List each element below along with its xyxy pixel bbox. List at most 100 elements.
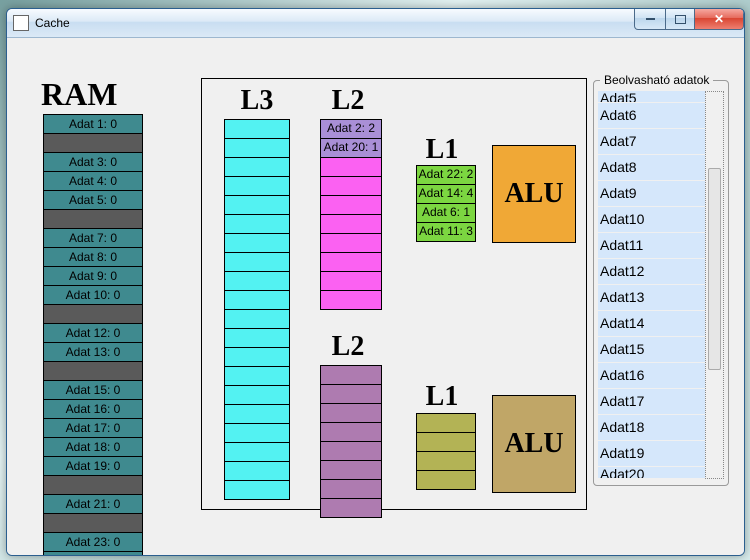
cache-slot [416, 471, 476, 490]
titlebar[interactable]: Cache [7, 9, 744, 38]
l1-top-label: L1 [422, 134, 462, 166]
ram-cell: Adat 17: 0 [43, 419, 143, 438]
list-item[interactable]: Adat14 [598, 311, 705, 337]
close-button[interactable] [694, 9, 744, 30]
cache-slot [320, 480, 382, 499]
list-item[interactable]: Adat11 [598, 233, 705, 259]
readable-data-panel: Beolvasható adatok Adat5Adat6Adat7Adat8A… [593, 80, 729, 486]
cache-slot [224, 310, 290, 329]
minimize-button[interactable] [634, 9, 666, 30]
ram-cell: Adat 10: 0 [43, 286, 143, 305]
list-item[interactable]: Adat16 [598, 363, 705, 389]
cache-slot [224, 481, 290, 500]
l3-stack [224, 119, 290, 500]
cache-slot-empty [320, 253, 382, 272]
ram-cell: Adat 15: 0 [43, 381, 143, 400]
list-item[interactable]: Adat9 [598, 181, 705, 207]
ram-cell-empty [43, 134, 143, 153]
maximize-button[interactable] [665, 9, 695, 30]
list-item[interactable]: Adat12 [598, 259, 705, 285]
cache-slot-filled: Adat 14: 4 [416, 185, 476, 204]
readable-data-list[interactable]: Adat5Adat6Adat7Adat8Adat9Adat10Adat11Ada… [598, 91, 705, 479]
cache-slot [320, 499, 382, 518]
cache-slot-empty [320, 272, 382, 291]
cache-slot [320, 442, 382, 461]
cache-slot [224, 158, 290, 177]
cache-slot [320, 461, 382, 480]
l2-bottom-label: L2 [320, 331, 376, 363]
list-item[interactable]: Adat10 [598, 207, 705, 233]
cache-slot-empty [320, 196, 382, 215]
list-item[interactable]: Adat7 [598, 129, 705, 155]
cache-slot [224, 119, 290, 139]
cache-slot [416, 452, 476, 471]
ram-cell: Adat 13: 0 [43, 343, 143, 362]
l3-label: L3 [224, 85, 290, 117]
alu-top: ALU [492, 145, 576, 243]
cache-slot [320, 385, 382, 404]
cache-slot-filled: Adat 22: 2 [416, 165, 476, 185]
ram-cell: Adat 21: 0 [43, 495, 143, 514]
ram-cell: Adat 12: 0 [43, 324, 143, 343]
ram-title: RAM [41, 76, 117, 113]
ram-cell: Adat 1: 0 [43, 114, 143, 134]
cache-slot [224, 386, 290, 405]
cache-slot-empty [320, 158, 382, 177]
l1-bottom-stack [416, 413, 476, 490]
l2-top-stack: Adat 2: 2Adat 20: 1 [320, 119, 382, 310]
list-item[interactable]: Adat20 [598, 467, 705, 479]
list-item[interactable]: Adat6 [598, 103, 705, 129]
cache-slot-empty [320, 177, 382, 196]
list-item[interactable]: Adat18 [598, 415, 705, 441]
readable-data-title: Beolvasható adatok [600, 73, 713, 87]
ram-cell: Adat 18: 0 [43, 438, 143, 457]
ram-cell: Adat 8: 0 [43, 248, 143, 267]
list-item[interactable]: Adat15 [598, 337, 705, 363]
cache-slot [224, 253, 290, 272]
cache-slot [224, 234, 290, 253]
ram-cell-empty [43, 305, 143, 324]
alu-bottom: ALU [492, 395, 576, 493]
list-item[interactable]: Adat8 [598, 155, 705, 181]
ram-cell: Adat 9: 0 [43, 267, 143, 286]
window-title: Cache [35, 16, 70, 30]
ram-cell-empty [43, 476, 143, 495]
cache-slot [320, 423, 382, 442]
cache-slot [224, 291, 290, 310]
client-area: RAM Adat 1: 0 Adat 3: 0Adat 4: 0Adat 5: 0… [7, 38, 744, 555]
list-item[interactable]: Adat13 [598, 285, 705, 311]
cache-slot [224, 405, 290, 424]
l1-bottom-label: L1 [422, 381, 462, 413]
cache-slot [224, 177, 290, 196]
list-item[interactable]: Adat19 [598, 441, 705, 467]
cache-slot [320, 365, 382, 385]
cache-slot [224, 139, 290, 158]
app-window: Cache RAM Adat 1: 0Adat 3: 0Adat 4: 0Ada… [6, 8, 745, 556]
ram-cell-empty [43, 210, 143, 229]
cache-slot [224, 462, 290, 481]
ram-cell: Adat 16: 0 [43, 400, 143, 419]
ram-cell: Adat 24: 0 [43, 552, 143, 556]
cache-slot [224, 424, 290, 443]
cache-slot [224, 196, 290, 215]
cache-slot-empty [320, 234, 382, 253]
list-item[interactable]: Adat17 [598, 389, 705, 415]
ram-cell: Adat 23: 0 [43, 533, 143, 552]
ram-cell: Adat 19: 0 [43, 457, 143, 476]
list-item[interactable]: Adat5 [598, 91, 705, 103]
ram-cell: Adat 4: 0 [43, 172, 143, 191]
cache-slot [224, 215, 290, 234]
cache-slot [224, 367, 290, 386]
cache-slot [224, 443, 290, 462]
l2-bottom-stack [320, 365, 382, 518]
cache-slot [416, 413, 476, 433]
ram-cell: Adat 3: 0 [43, 153, 143, 172]
scrollbar-track[interactable] [705, 91, 724, 479]
ram-cell: Adat 5: 0 [43, 191, 143, 210]
ram-cell-empty [43, 514, 143, 533]
cache-slot [224, 272, 290, 291]
cache-slot-empty [320, 215, 382, 234]
scrollbar-thumb[interactable] [708, 168, 721, 370]
cache-slot-filled: Adat 20: 1 [320, 139, 382, 158]
ram-cell: Adat 7: 0 [43, 229, 143, 248]
